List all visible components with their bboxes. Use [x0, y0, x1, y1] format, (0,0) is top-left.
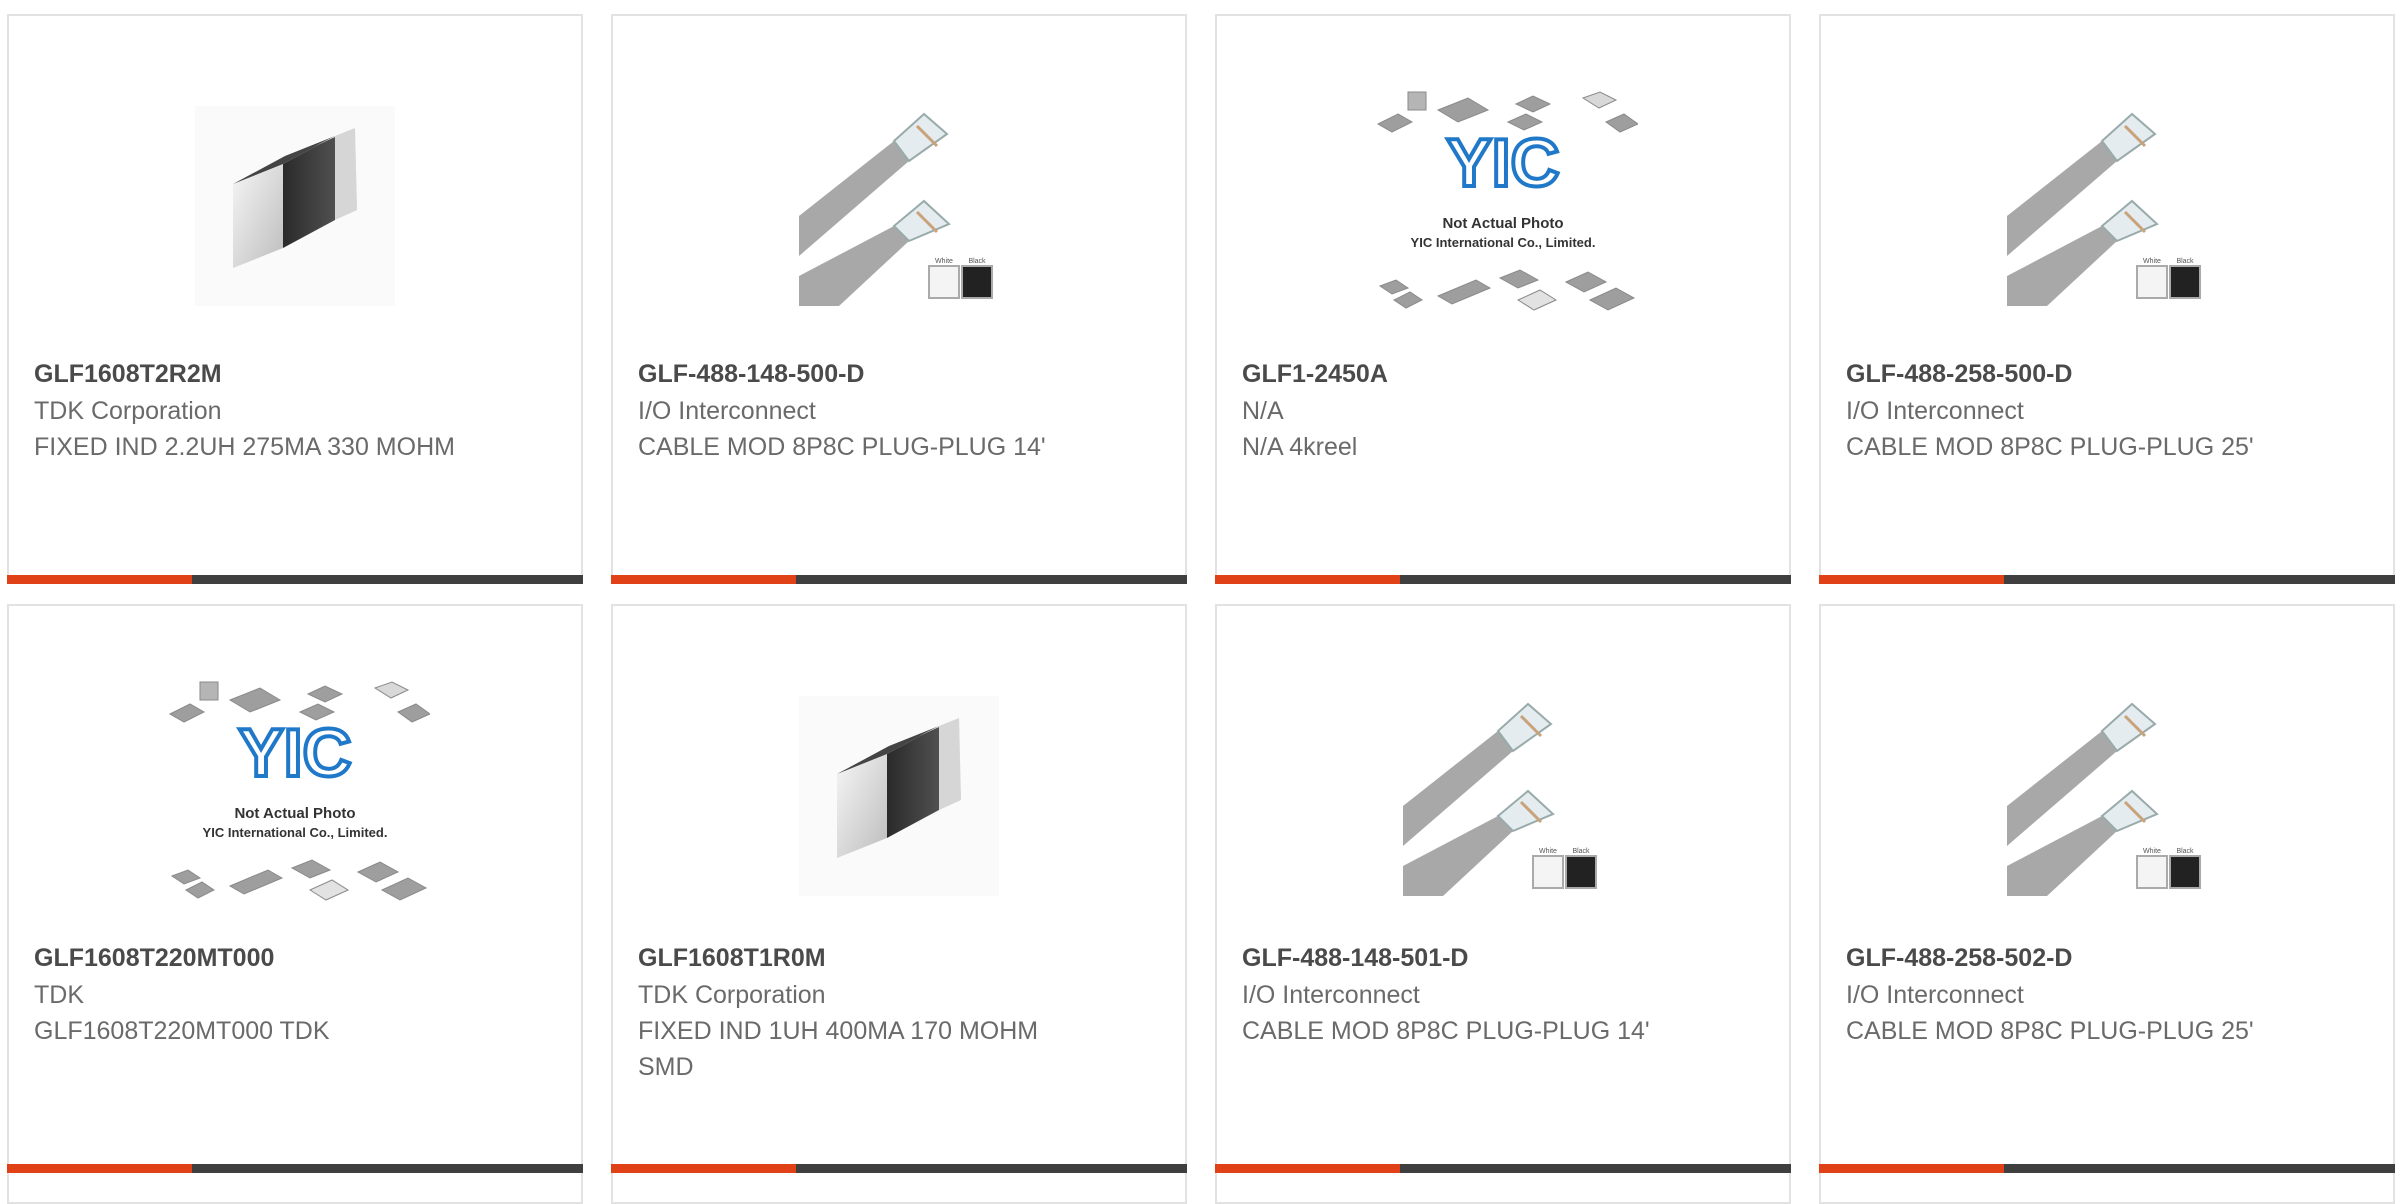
not-actual-photo-placeholder: YIC Not Actual Photo YIC International C…	[168, 681, 430, 901]
product-info: GLF-488-258-500-D I/O Interconnect CABLE…	[1846, 356, 2333, 465]
part-number[interactable]: GLF1608T2R2M	[34, 356, 521, 392]
manufacturer: TDK Corporation	[638, 981, 826, 1009]
description: N/A 4kreel	[1242, 433, 1358, 461]
manufacturer: I/O Interconnect	[1242, 981, 1420, 1009]
not-actual-photo-placeholder: YIC Not Actual Photo YIC International C…	[1376, 91, 1638, 311]
product-info: GLF1-2450A N/A N/A 4kreel	[1242, 356, 1729, 465]
manufacturer: TDK Corporation	[34, 397, 222, 425]
product-info: GLF-488-148-500-D I/O Interconnect CABLE…	[638, 356, 1125, 465]
product-info: GLF1608T220MT000 TDK GLF1608T220MT000 TD…	[34, 940, 521, 1049]
description: CABLE MOD 8P8C PLUG-PLUG 14'	[638, 433, 1046, 461]
card-bottom-bar	[7, 575, 583, 584]
product-card[interactable]: White Black GLF-488-148-501-D I/O Interc…	[1215, 604, 1791, 1204]
svg-text:White: White	[1539, 848, 1557, 855]
part-number[interactable]: GLF1608T220MT000	[34, 940, 521, 976]
part-number[interactable]: GLF-488-148-500-D	[638, 356, 1125, 392]
product-image[interactable]: White Black	[1821, 656, 2393, 936]
product-card[interactable]: YIC Not Actual Photo YIC International C…	[7, 604, 583, 1204]
manufacturer: I/O Interconnect	[1846, 981, 2024, 1009]
product-image[interactable]	[9, 66, 581, 346]
svg-text:YIC International Co., Limited: YIC International Co., Limited.	[1411, 235, 1596, 250]
product-card[interactable]: GLF1608T1R0M TDK Corporation FIXED IND 1…	[611, 604, 1187, 1204]
card-bottom-bar	[1215, 1164, 1791, 1173]
svg-text:White: White	[2143, 848, 2161, 855]
chip-inductor-image	[195, 106, 395, 306]
product-info: GLF-488-148-501-D I/O Interconnect CABLE…	[1242, 940, 1729, 1049]
modular-cable-image: White Black	[799, 106, 999, 306]
product-grid: GLF1608T2R2M TDK Corporation FIXED IND 2…	[0, 0, 2400, 1204]
svg-text:Not Actual Photo: Not Actual Photo	[234, 805, 355, 822]
manufacturer: TDK	[34, 981, 84, 1009]
description: GLF1608T220MT000 TDK	[34, 1017, 330, 1045]
product-image[interactable]: White Black	[613, 66, 1185, 346]
product-card[interactable]: White Black GLF-488-258-502-D I/O Interc…	[1819, 604, 2395, 1204]
description: FIXED IND 1UH 400MA 170 MOHM SMD	[638, 1017, 1039, 1081]
card-bottom-bar	[611, 1164, 1187, 1173]
svg-text:Black: Black	[968, 258, 986, 265]
svg-text:Black: Black	[1572, 848, 1590, 855]
svg-text:YIC International Co., Limited: YIC International Co., Limited.	[203, 825, 388, 840]
part-number[interactable]: GLF-488-258-502-D	[1846, 940, 2333, 976]
card-bottom-bar	[611, 575, 1187, 584]
product-card[interactable]: GLF1608T2R2M TDK Corporation FIXED IND 2…	[7, 14, 583, 584]
product-info: GLF1608T2R2M TDK Corporation FIXED IND 2…	[34, 356, 521, 465]
manufacturer: N/A	[1242, 397, 1284, 425]
svg-text:YIC: YIC	[238, 715, 351, 791]
modular-cable-image: White Black	[1403, 696, 1603, 896]
description: CABLE MOD 8P8C PLUG-PLUG 25'	[1846, 1017, 2254, 1045]
product-image[interactable]	[613, 656, 1185, 936]
description: FIXED IND 2.2UH 275MA 330 MOHM	[34, 433, 455, 461]
svg-text:Not Actual Photo: Not Actual Photo	[1442, 215, 1563, 232]
svg-text:Black: Black	[2176, 258, 2194, 265]
modular-cable-image: White Black	[2007, 696, 2207, 896]
card-bottom-bar	[1215, 575, 1791, 584]
part-number[interactable]: GLF1-2450A	[1242, 356, 1729, 392]
svg-text:Black: Black	[2176, 848, 2194, 855]
product-image[interactable]: YIC Not Actual Photo YIC International C…	[9, 656, 581, 936]
modular-cable-image: White Black	[2007, 106, 2207, 306]
manufacturer: I/O Interconnect	[638, 397, 816, 425]
chip-inductor-image	[799, 696, 999, 896]
svg-text:White: White	[935, 258, 953, 265]
product-info: GLF1608T1R0M TDK Corporation FIXED IND 1…	[638, 940, 1125, 1085]
part-number[interactable]: GLF-488-148-501-D	[1242, 940, 1729, 976]
product-card[interactable]: YIC Not Actual Photo YIC International C…	[1215, 14, 1791, 584]
card-bottom-bar	[7, 1164, 583, 1173]
product-image[interactable]: YIC Not Actual Photo YIC International C…	[1217, 66, 1789, 346]
description: CABLE MOD 8P8C PLUG-PLUG 14'	[1242, 1017, 1650, 1045]
description: CABLE MOD 8P8C PLUG-PLUG 25'	[1846, 433, 2254, 461]
part-number[interactable]: GLF1608T1R0M	[638, 940, 1125, 976]
product-card[interactable]: White Black GLF-488-258-500-D I/O Interc…	[1819, 14, 2395, 584]
product-image[interactable]: White Black	[1217, 656, 1789, 936]
product-card[interactable]: White Black GLF-488-148-500-D I/O Interc…	[611, 14, 1187, 584]
part-number[interactable]: GLF-488-258-500-D	[1846, 356, 2333, 392]
svg-text:YIC: YIC	[1446, 125, 1559, 201]
card-bottom-bar	[1819, 575, 2395, 584]
manufacturer: I/O Interconnect	[1846, 397, 2024, 425]
svg-text:White: White	[2143, 258, 2161, 265]
product-image[interactable]: White Black	[1821, 66, 2393, 346]
product-info: GLF-488-258-502-D I/O Interconnect CABLE…	[1846, 940, 2333, 1049]
card-bottom-bar	[1819, 1164, 2395, 1173]
